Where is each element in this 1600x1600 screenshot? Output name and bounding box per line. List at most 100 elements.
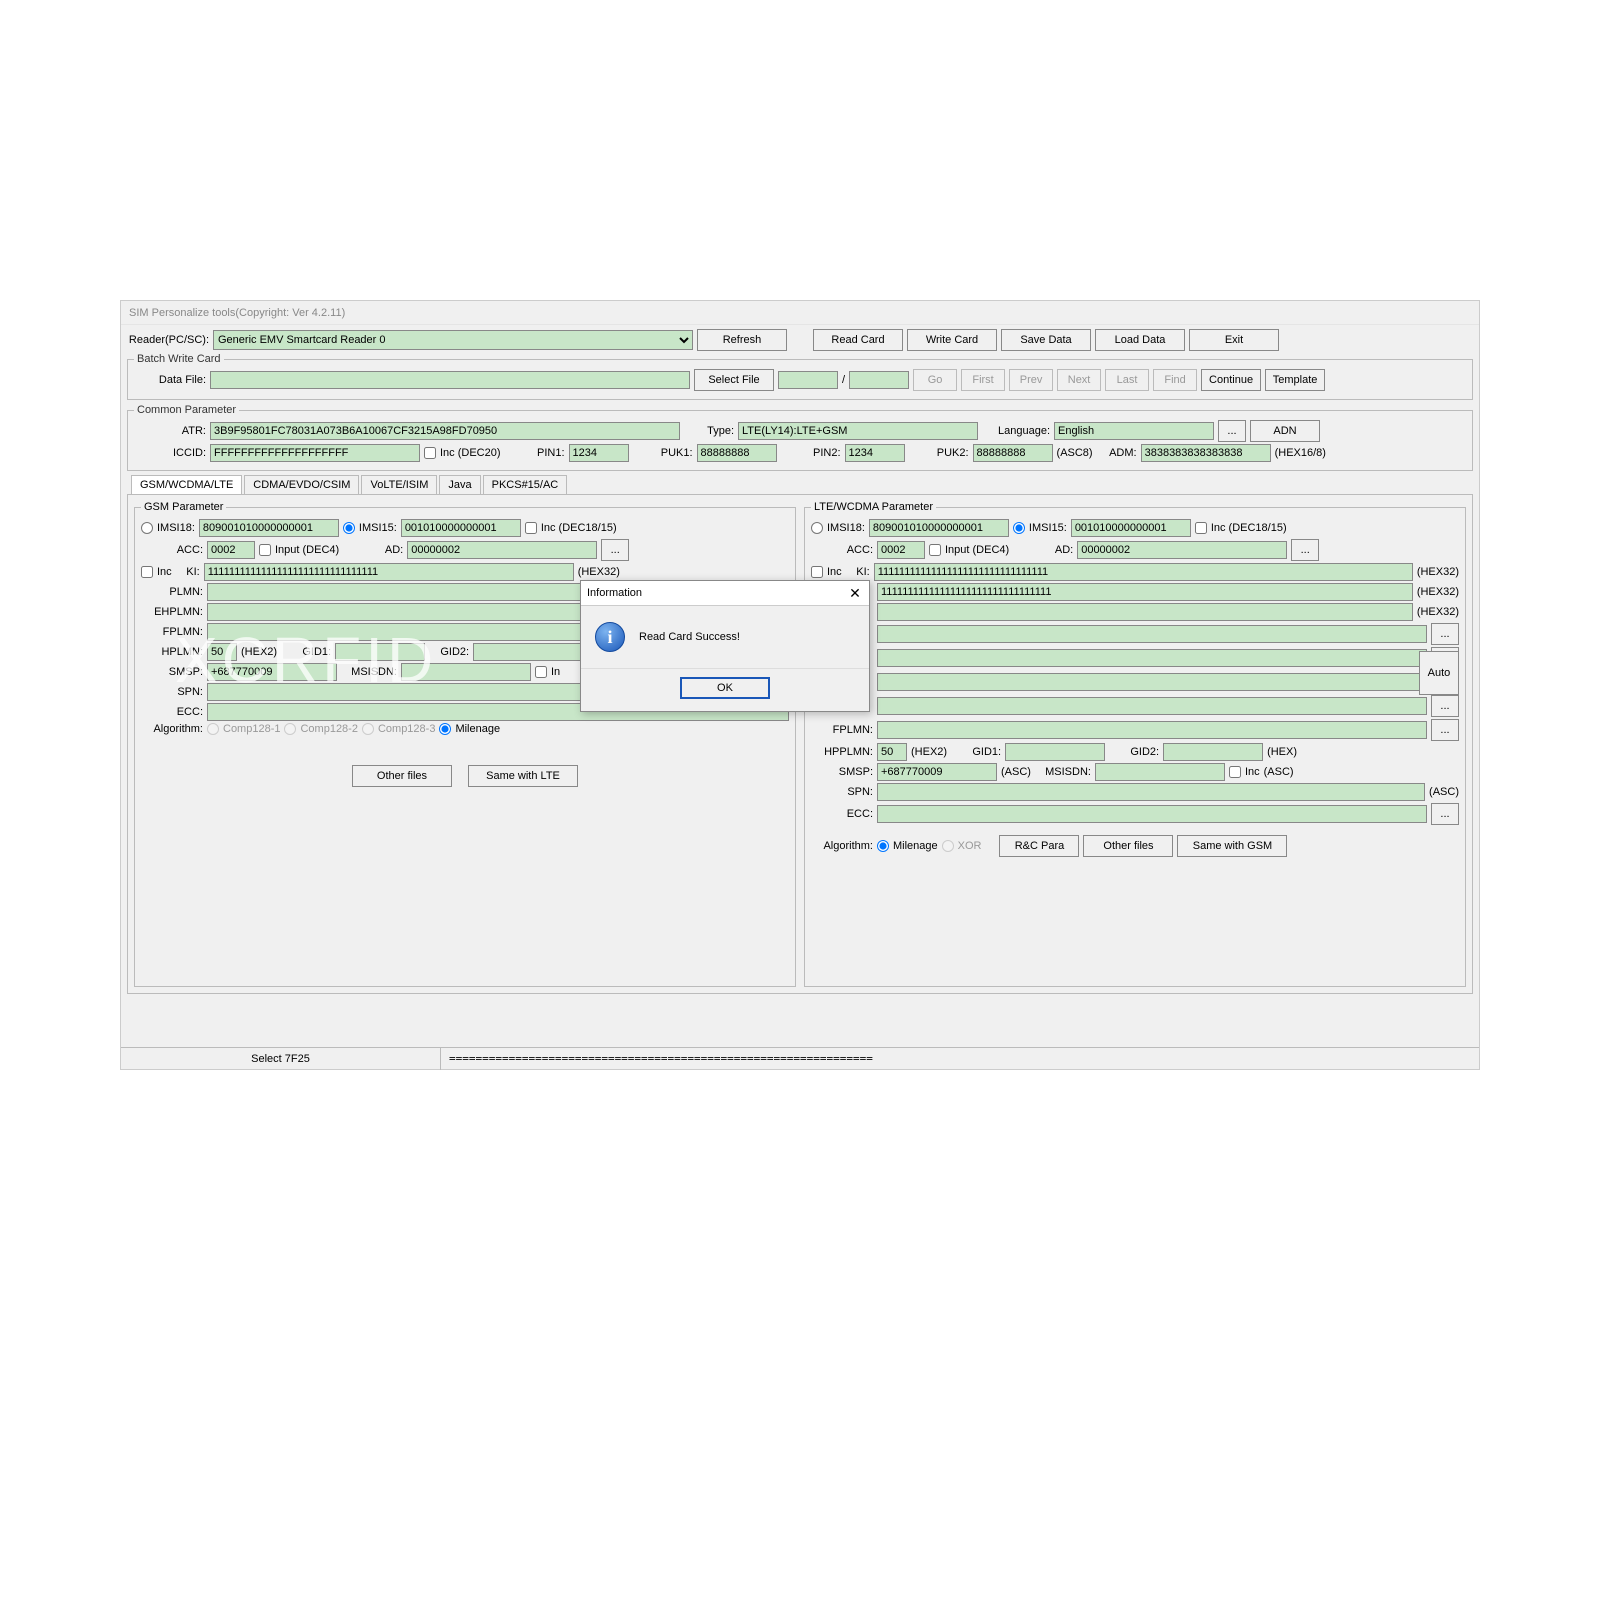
gsm-gid1-input[interactable]: [335, 643, 425, 661]
lte-imsi15-radio[interactable]: [1013, 522, 1025, 534]
gsm-ki-input[interactable]: [204, 563, 574, 581]
puk1-label: PUK1:: [633, 447, 693, 459]
gsm-algo-comp1-radio[interactable]: [207, 723, 219, 735]
lte-row8-input[interactable]: [877, 673, 1427, 691]
lte-row6-more-button[interactable]: ...: [1431, 623, 1459, 645]
puk1-input[interactable]: [697, 444, 777, 462]
prev-button[interactable]: Prev: [1009, 369, 1053, 391]
lte-other-files-button[interactable]: Other files: [1083, 835, 1173, 857]
lte-row6-input[interactable]: [877, 625, 1427, 643]
language-input[interactable]: [1054, 422, 1214, 440]
lte-row7-input[interactable]: [877, 649, 1427, 667]
tab-pkcs[interactable]: PKCS#15/AC: [483, 475, 568, 494]
lte-ad-more-button[interactable]: ...: [1291, 539, 1319, 561]
lte-gid1-input[interactable]: [1005, 743, 1105, 761]
lte-row9-input[interactable]: [877, 697, 1427, 715]
go-button[interactable]: Go: [913, 369, 957, 391]
read-card-button[interactable]: Read Card: [813, 329, 903, 351]
next-button[interactable]: Next: [1057, 369, 1101, 391]
batch-index-input[interactable]: [778, 371, 838, 389]
iccid-input[interactable]: [210, 444, 420, 462]
tab-cdma[interactable]: CDMA/EVDO/CSIM: [244, 475, 359, 494]
last-button[interactable]: Last: [1105, 369, 1149, 391]
atr-input[interactable]: [210, 422, 680, 440]
reader-select[interactable]: Generic EMV Smartcard Reader 0: [213, 330, 693, 350]
gsm-hplmn-input[interactable]: [207, 643, 237, 661]
lte-opc-input[interactable]: [877, 583, 1413, 601]
iccid-inc-checkbox[interactable]: [424, 447, 436, 459]
lte-algo-milenage-radio[interactable]: [877, 840, 889, 852]
gsm-ad-more-button[interactable]: ...: [601, 539, 629, 561]
pin2-input[interactable]: [845, 444, 905, 462]
lte-ecc-more-button[interactable]: ...: [1431, 803, 1459, 825]
lte-fplmn-input[interactable]: [877, 721, 1427, 739]
gsm-algo-comp2-radio[interactable]: [284, 723, 296, 735]
lte-row5-input[interactable]: [877, 603, 1413, 621]
lte-hpplmn-label: HPPLMN:: [811, 746, 873, 758]
select-file-button[interactable]: Select File: [694, 369, 774, 391]
write-card-button[interactable]: Write Card: [907, 329, 997, 351]
gsm-acc-input[interactable]: [207, 541, 255, 559]
lte-same-with-gsm-button[interactable]: Same with GSM: [1177, 835, 1287, 857]
lte-rc-para-button[interactable]: R&C Para: [999, 835, 1079, 857]
gsm-msisdn-input[interactable]: [401, 663, 531, 681]
template-button[interactable]: Template: [1265, 369, 1325, 391]
gsm-imsi18-radio[interactable]: [141, 522, 153, 534]
gsm-input-checkbox[interactable]: [259, 544, 271, 556]
lte-smsp-input[interactable]: [877, 763, 997, 781]
gsm-algo-milenage-radio[interactable]: [439, 723, 451, 735]
batch-total-input[interactable]: [849, 371, 909, 389]
gsm-same-with-lte-button[interactable]: Same with LTE: [468, 765, 578, 787]
gsm-msisdn-inc-checkbox[interactable]: [535, 666, 547, 678]
gsm-imsi15-radio[interactable]: [343, 522, 355, 534]
dialog-ok-button[interactable]: OK: [680, 677, 770, 699]
lte-input-checkbox[interactable]: [929, 544, 941, 556]
gsm-imsi18-input[interactable]: [199, 519, 339, 537]
lte-row9-more-button[interactable]: ...: [1431, 695, 1459, 717]
load-data-button[interactable]: Load Data: [1095, 329, 1185, 351]
puk2-input[interactable]: [973, 444, 1053, 462]
lte-imsi18-input[interactable]: [869, 519, 1009, 537]
first-button[interactable]: First: [961, 369, 1005, 391]
adm-input[interactable]: [1141, 444, 1271, 462]
gsm-ecc-label: ECC:: [141, 706, 203, 718]
lte-msisdn-inc-checkbox[interactable]: [1229, 766, 1241, 778]
refresh-button[interactable]: Refresh: [697, 329, 787, 351]
gsm-ki-inc-checkbox[interactable]: [141, 566, 153, 578]
lte-ki-inc-checkbox[interactable]: [811, 566, 823, 578]
lte-spn-input[interactable]: [877, 783, 1425, 801]
lte-acc-input[interactable]: [877, 541, 925, 559]
close-icon[interactable]: ✕: [847, 585, 863, 601]
gsm-other-files-button[interactable]: Other files: [352, 765, 452, 787]
lte-inc-checkbox[interactable]: [1195, 522, 1207, 534]
save-data-button[interactable]: Save Data: [1001, 329, 1091, 351]
data-file-input[interactable]: [210, 371, 690, 389]
tab-volte[interactable]: VoLTE/ISIM: [361, 475, 437, 494]
lte-ki-input[interactable]: [874, 563, 1413, 581]
tab-java[interactable]: Java: [439, 475, 480, 494]
tab-gsm[interactable]: GSM/WCDMA/LTE: [131, 475, 242, 494]
lte-hpplmn-input[interactable]: [877, 743, 907, 761]
type-input[interactable]: [738, 422, 978, 440]
continue-button[interactable]: Continue: [1201, 369, 1261, 391]
adn-button[interactable]: ADN: [1250, 420, 1320, 442]
language-more-button[interactable]: ...: [1218, 420, 1246, 442]
gsm-algo-comp3-radio[interactable]: [362, 723, 374, 735]
lte-imsi15-input[interactable]: [1071, 519, 1191, 537]
gsm-imsi15-input[interactable]: [401, 519, 521, 537]
lte-ad-input[interactable]: [1077, 541, 1287, 559]
lte-algo-xor-radio[interactable]: [942, 840, 954, 852]
gsm-inc-checkbox[interactable]: [525, 522, 537, 534]
find-button[interactable]: Find: [1153, 369, 1197, 391]
gsm-imsi18-label: IMSI18:: [157, 522, 195, 534]
exit-button[interactable]: Exit: [1189, 329, 1279, 351]
gsm-ad-input[interactable]: [407, 541, 597, 559]
pin1-input[interactable]: [569, 444, 629, 462]
lte-ecc-input[interactable]: [877, 805, 1427, 823]
lte-imsi18-radio[interactable]: [811, 522, 823, 534]
lte-gid2-input[interactable]: [1163, 743, 1263, 761]
lte-msisdn-input[interactable]: [1095, 763, 1225, 781]
lte-auto-button[interactable]: Auto: [1419, 651, 1459, 695]
gsm-smsp-input[interactable]: [207, 663, 337, 681]
lte-fplmn-more-button[interactable]: ...: [1431, 719, 1459, 741]
